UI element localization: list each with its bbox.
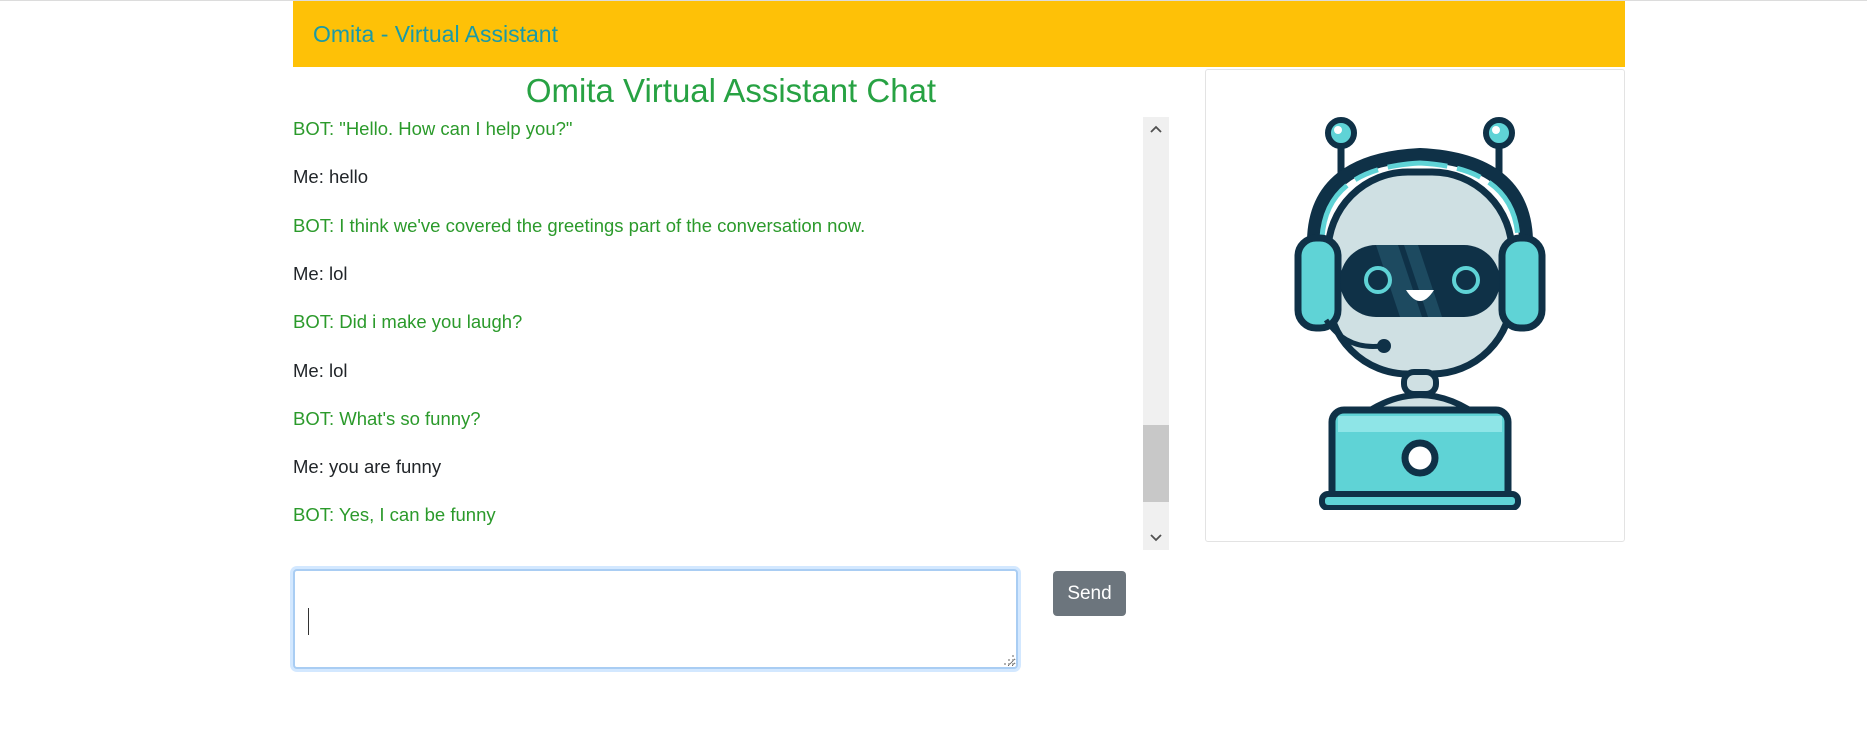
user-message: Me: hello — [293, 166, 369, 188]
bot-message: BOT: Did i make you laugh? — [293, 311, 523, 333]
bot-image-card — [1205, 69, 1625, 542]
bot-message: BOT: I think we've covered the greetings… — [293, 214, 866, 236]
navbar: Omita - Virtual Assistant — [293, 1, 1625, 67]
text-caret — [308, 608, 309, 635]
user-message: Me: lol — [293, 262, 348, 284]
resize-grip-icon[interactable] — [1003, 654, 1015, 666]
chevron-down-icon[interactable] — [1143, 526, 1169, 550]
chat-title: Omita Virtual Assistant Chat — [525, 72, 937, 109]
scrollbar-thumb[interactable] — [1143, 425, 1169, 502]
bot-message: BOT: What's so funny? — [293, 407, 481, 429]
user-message: Me: you are funny — [293, 456, 442, 478]
chat-log[interactable]: BOT: "Hello. How can I help you?" Me: hel… — [293, 117, 1169, 550]
chevron-up-icon[interactable] — [1143, 117, 1169, 141]
bot-message: BOT: Yes, I can be funny — [293, 504, 496, 526]
chat-scrollbar[interactable] — [1143, 117, 1169, 550]
robot-headset-laptop-icon — [1294, 117, 1546, 510]
message-input[interactable] — [293, 569, 1018, 669]
send-button[interactable]: Send — [1053, 571, 1126, 616]
navbar-brand-link[interactable]: Omita - Virtual Assistant — [313, 21, 558, 48]
user-message: Me: lol — [293, 359, 348, 381]
bot-message: BOT: "Hello. How can I help you?" — [293, 118, 573, 139]
